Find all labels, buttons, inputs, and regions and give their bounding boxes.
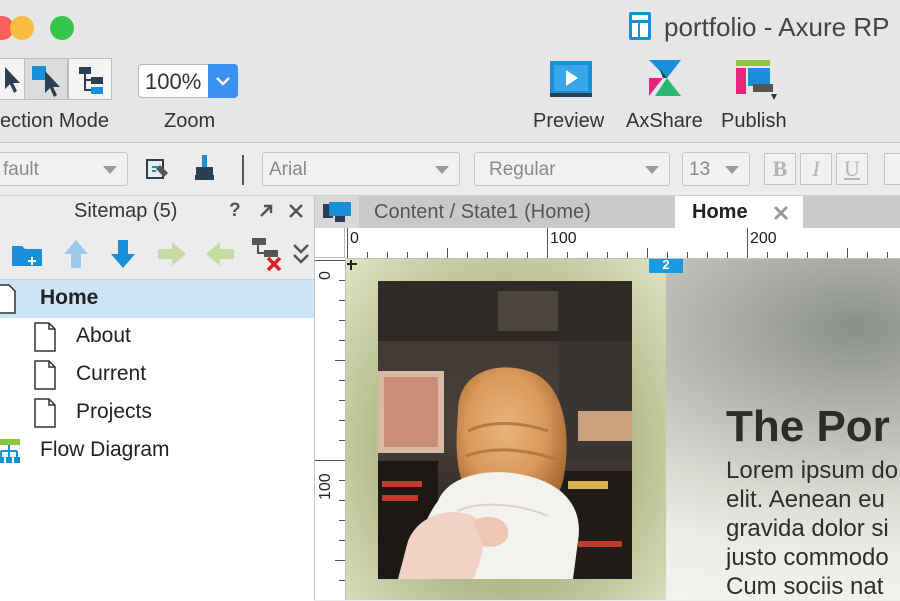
- ruler-label: 100: [317, 473, 334, 500]
- sitemap-item-about[interactable]: About: [0, 318, 314, 356]
- italic-button[interactable]: I: [800, 153, 832, 185]
- font-size-value: 13: [689, 159, 711, 180]
- help-icon[interactable]: ?: [229, 200, 241, 222]
- bold-button[interactable]: B: [764, 153, 796, 185]
- paint-brush-icon[interactable]: [191, 153, 217, 183]
- hero-paragraph-line: gravida dolor si: [726, 515, 889, 542]
- axshare-icon[interactable]: [645, 58, 685, 98]
- hero-title[interactable]: The Por: [726, 402, 890, 452]
- sitemap-item-projects[interactable]: Projects: [0, 394, 314, 432]
- vertical-ruler: 0 100: [315, 258, 346, 600]
- publish-icon[interactable]: [735, 58, 779, 102]
- font-family-value: Arial: [269, 159, 308, 180]
- window-title: portfolio - Axure RP: [664, 12, 890, 42]
- move-down-icon[interactable]: [109, 238, 137, 270]
- indent-icon[interactable]: [156, 240, 188, 268]
- style-select-value: fault: [3, 159, 39, 180]
- sitemap-title: Sitemap (5): [74, 200, 178, 222]
- ruler-label: 200: [750, 230, 777, 247]
- hero-paragraph-line: elit. Aenean eu: [726, 486, 885, 513]
- page-icon: [34, 398, 56, 428]
- tab-home[interactable]: Home: [675, 196, 803, 228]
- outdent-icon[interactable]: [204, 240, 236, 268]
- toolbar-divider: [242, 155, 244, 185]
- ruler-label: 100: [550, 230, 577, 247]
- sitemap-item-label: Flow Diagram: [40, 438, 170, 461]
- zoom-label: Zoom: [164, 110, 216, 132]
- sitemap-item-current[interactable]: Current: [0, 356, 314, 394]
- hero-paragraph-line: justo commodo: [726, 544, 889, 571]
- chevron-down-icon: [435, 166, 449, 174]
- chevron-down-double-icon[interactable]: [291, 242, 311, 268]
- font-weight-select[interactable]: Regular: [474, 152, 670, 186]
- delete-page-icon[interactable]: [250, 236, 284, 272]
- hero-paragraph-line: Lorem ipsum do: [726, 457, 899, 484]
- page-icon: [0, 284, 16, 314]
- chevron-down-icon: [725, 166, 739, 174]
- sitemap-item-label: Projects: [76, 400, 152, 423]
- sitemap-item-label: Current: [76, 362, 147, 385]
- preview-button[interactable]: Preview: [533, 110, 604, 133]
- horizontal-ruler: 0 100 200: [345, 228, 900, 259]
- page-icon: [34, 322, 56, 352]
- chevron-down-icon: [645, 166, 659, 174]
- document-icon: [628, 11, 652, 41]
- sitemap-tree: Home About Current Projects Flow Diagram: [0, 279, 314, 601]
- format-painter-icon[interactable]: [144, 155, 172, 183]
- minimize-window-button[interactable]: [10, 16, 34, 40]
- origin-marker-icon: [347, 260, 361, 274]
- select-contained-button[interactable]: [24, 58, 68, 100]
- close-icon[interactable]: [287, 202, 305, 220]
- connector-mode-button[interactable]: [68, 58, 112, 100]
- preview-icon[interactable]: [549, 60, 593, 98]
- hero-paragraph-line: Cum sociis nat: [726, 573, 884, 600]
- font-family-select[interactable]: Arial: [262, 152, 460, 186]
- tab-label: Home: [692, 201, 748, 223]
- sitemap-item-flow-diagram[interactable]: Flow Diagram: [0, 432, 314, 470]
- widget-marker-badge: 2: [649, 259, 683, 273]
- add-folder-icon[interactable]: [10, 238, 46, 270]
- sitemap-item-label: About: [76, 324, 131, 347]
- font-weight-value: Regular: [489, 159, 556, 180]
- zoom-value: 100%: [145, 69, 202, 94]
- ruler-label: 0: [317, 271, 334, 280]
- close-icon[interactable]: [773, 204, 789, 221]
- tab-label: Content / State1 (Home): [374, 201, 591, 223]
- move-up-icon[interactable]: [62, 238, 90, 270]
- underline-button[interactable]: U: [836, 153, 868, 185]
- chevron-down-icon: [103, 166, 117, 174]
- flow-diagram-icon: [0, 436, 24, 466]
- editor-tab-bar: Content / State1 (Home) Home: [315, 196, 900, 228]
- tab-content-state1-home[interactable]: Content / State1 (Home): [361, 196, 703, 228]
- maximize-window-button[interactable]: [50, 16, 74, 40]
- design-canvas[interactable]: 2 The Por Lorem ipsum do elit. Aenean eu…: [346, 259, 900, 600]
- popout-icon[interactable]: [257, 202, 275, 220]
- hero-photo[interactable]: [378, 281, 632, 579]
- zoom-select[interactable]: 100%: [138, 64, 238, 98]
- page-icon: [34, 360, 56, 390]
- ruler-label: 0: [350, 230, 359, 247]
- selection-mode-label: ection Mode: [0, 110, 109, 132]
- ruler-corner: [315, 228, 345, 258]
- publish-button[interactable]: Publish: [721, 110, 787, 133]
- sitemap-item-home[interactable]: Home: [0, 280, 314, 318]
- more-format-button[interactable]: [884, 153, 900, 185]
- sitemap-item-label: Home: [40, 286, 99, 309]
- axshare-button[interactable]: AxShare: [626, 110, 703, 133]
- chevron-down-icon[interactable]: [208, 64, 238, 98]
- tab-list-button[interactable]: [315, 196, 359, 228]
- font-size-select[interactable]: 13: [682, 152, 750, 186]
- style-select[interactable]: fault: [0, 152, 128, 186]
